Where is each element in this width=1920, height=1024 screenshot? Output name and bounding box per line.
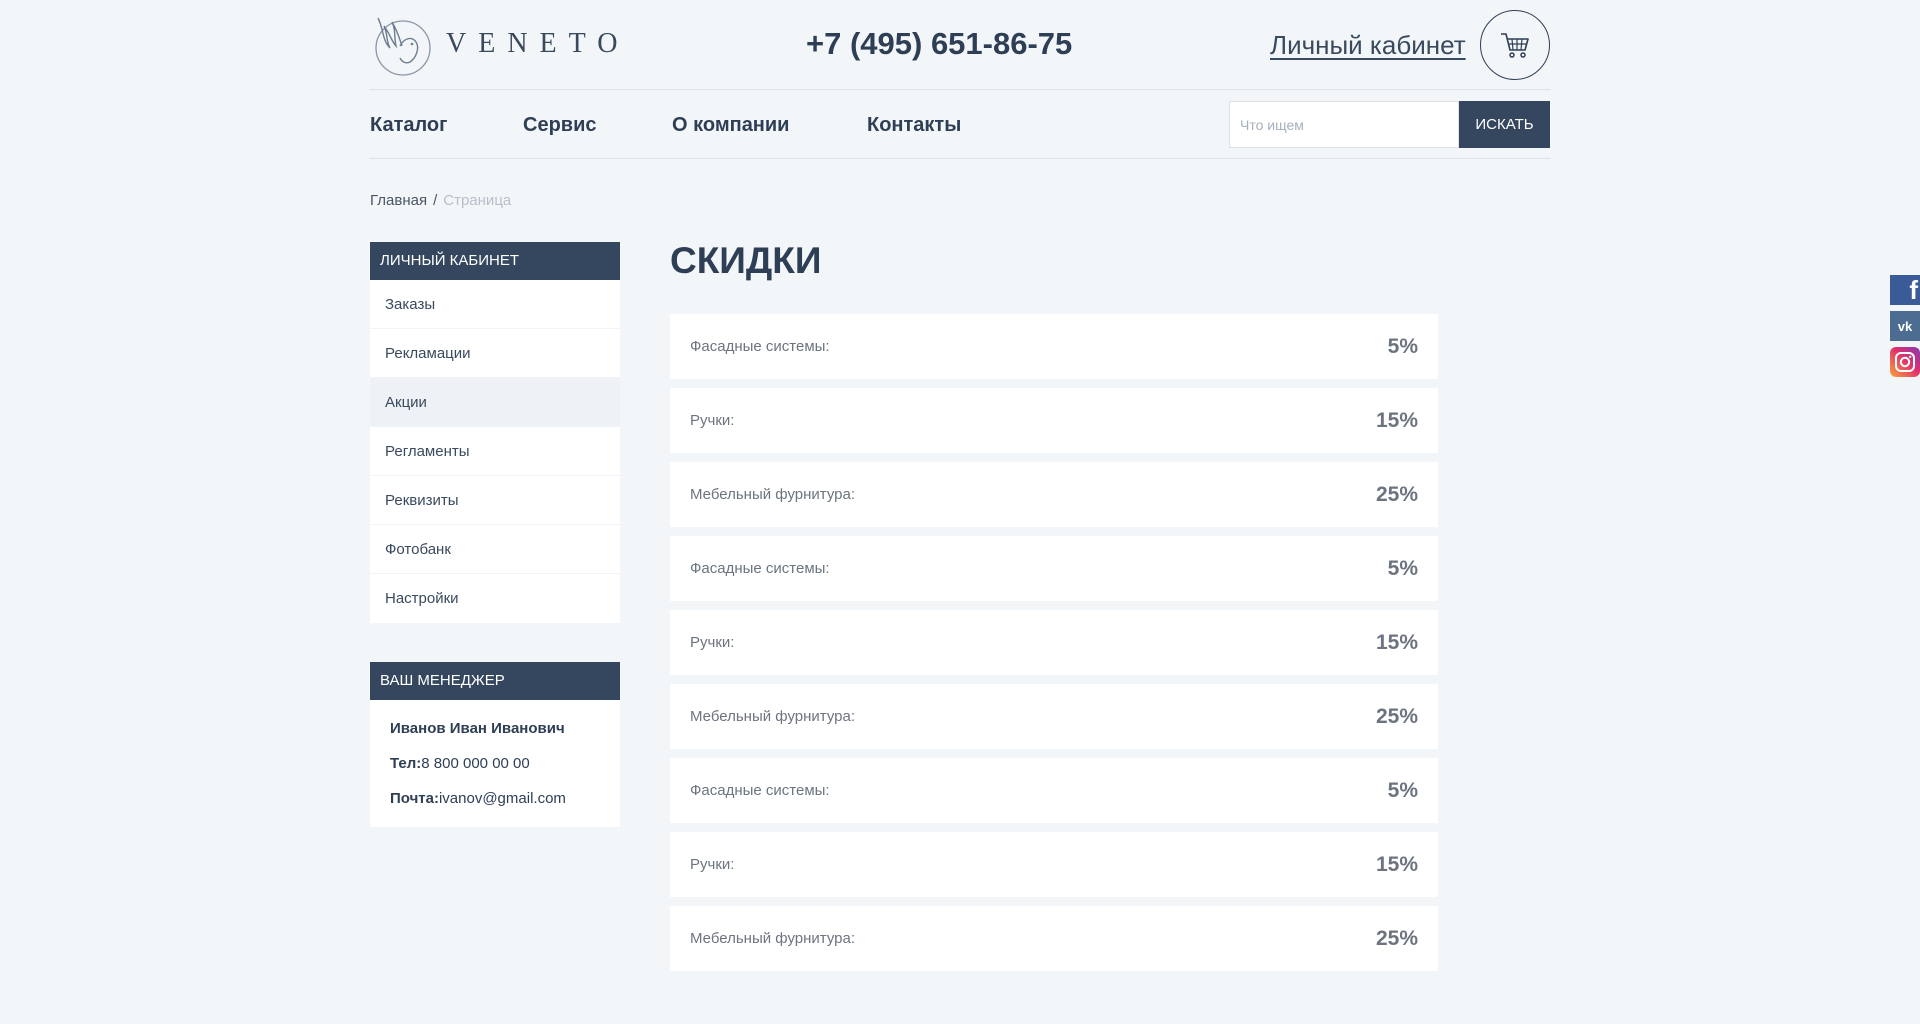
account-menu: Личный кабинет Заказы Рекламации Акции Р…: [370, 242, 620, 623]
search-button[interactable]: ИСКАТЬ: [1459, 101, 1550, 148]
discount-row: Мебельный фурнитура: 25%: [670, 906, 1438, 971]
sidebar-item-settings[interactable]: Настройки: [370, 574, 620, 623]
nav-item-contacts[interactable]: Контакты: [867, 114, 961, 137]
manager-email-label: Почта:: [390, 790, 439, 807]
sidebar-item-requisites[interactable]: Реквизиты: [370, 476, 620, 525]
discount-list: Фасадные системы: 5% Ручки: 15% Мебельный …: [670, 314, 1438, 980]
discount-row: Мебельный фурнитура: 25%: [670, 462, 1438, 527]
nav-item-catalog[interactable]: Каталог: [370, 114, 447, 137]
cart-icon: [1501, 33, 1529, 58]
breadcrumb-home[interactable]: Главная: [370, 192, 427, 209]
site-header: VENETO +7 (495) 651-86-75 Личный кабинет: [370, 0, 1550, 90]
discount-value: 25%: [1375, 704, 1418, 728]
vk-icon[interactable]: vk: [1890, 311, 1920, 341]
page-container: VENETO +7 (495) 651-86-75 Личный кабинет…: [370, 0, 1550, 1024]
sidebar-item-photobank[interactable]: Фотобанк: [370, 525, 620, 574]
discount-label: Мебельный фурнитура:: [690, 930, 856, 947]
discount-row: Ручки: 15%: [670, 388, 1438, 453]
discount-label: Фасадные системы:: [690, 782, 830, 799]
discount-label: Ручки:: [690, 412, 735, 429]
breadcrumb-current: Страница: [443, 192, 512, 209]
manager-email-line: Почта:ivanov@gmail.com: [390, 790, 620, 807]
discount-label: Ручки:: [690, 634, 735, 651]
discount-value: 25%: [1375, 482, 1418, 506]
facebook-icon[interactable]: f: [1890, 275, 1920, 305]
account-link[interactable]: Личный кабинет: [1270, 30, 1466, 61]
discount-row: Ручки: 15%: [670, 610, 1438, 675]
discount-row: Фасадные системы: 5%: [670, 758, 1438, 823]
griffin-logo-icon: [375, 17, 431, 76]
sidebar-item-claims[interactable]: Рекламации: [370, 329, 620, 378]
nav-item-service[interactable]: Сервис: [523, 114, 597, 137]
sidebar-item-orders[interactable]: Заказы: [370, 280, 620, 329]
breadcrumb-separator: /: [433, 192, 438, 209]
discount-label: Ручки:: [690, 856, 735, 873]
account-menu-title: Личный кабинет: [370, 242, 620, 280]
manager-phone-label: Тел:: [390, 755, 422, 772]
discount-label: Мебельный фурнитура:: [690, 708, 856, 725]
manager-card-title: Ваш менеджер: [370, 662, 620, 700]
instagram-icon[interactable]: [1890, 347, 1920, 377]
discount-value: 5%: [1387, 334, 1418, 358]
discount-row: Мебельный фурнитура: 25%: [670, 684, 1438, 749]
page-title: СКИДКИ: [670, 240, 822, 281]
discount-value: 5%: [1387, 556, 1418, 580]
main-nav: Каталог Сервис О компании Контакты ИСКАТ…: [370, 90, 1550, 159]
discount-label: Фасадные системы:: [690, 560, 830, 577]
discount-label: Фасадные системы:: [690, 338, 830, 355]
sidebar-item-promotions[interactable]: Акции: [370, 378, 620, 427]
header-phone[interactable]: +7 (495) 651-86-75: [806, 26, 1072, 62]
search-input[interactable]: [1229, 101, 1459, 148]
manager-card: Ваш менеджер Иванов Иван Иванович Тел:8 …: [370, 662, 620, 827]
manager-phone[interactable]: 8 800 000 00 00: [421, 755, 529, 772]
discount-value: 5%: [1387, 778, 1418, 802]
discount-value: 15%: [1375, 630, 1418, 654]
instagram-glyph-icon: [1895, 352, 1915, 372]
cart-button[interactable]: [1480, 10, 1550, 80]
discount-row: Фасадные системы: 5%: [670, 536, 1438, 601]
manager-phone-line: Тел:8 800 000 00 00: [390, 755, 620, 772]
search-form: ИСКАТЬ: [1229, 101, 1550, 148]
logo-text: VENETO: [446, 28, 630, 59]
discount-label: Мебельный фурнитура:: [690, 486, 856, 503]
breadcrumb: Главная / Страница: [370, 192, 511, 209]
sidebar-item-regulations[interactable]: Регламенты: [370, 427, 620, 476]
nav-item-about[interactable]: О компании: [672, 114, 789, 137]
social-links: f vk: [1890, 275, 1920, 383]
discount-value: 15%: [1375, 408, 1418, 432]
manager-name: Иванов Иван Иванович: [390, 720, 565, 737]
discount-value: 15%: [1375, 852, 1418, 876]
discount-value: 25%: [1375, 926, 1418, 950]
manager-email[interactable]: ivanov@gmail.com: [439, 790, 566, 807]
discount-row: Ручки: 15%: [670, 832, 1438, 897]
discount-row: Фасадные системы: 5%: [670, 314, 1438, 379]
logo[interactable]: VENETO: [370, 12, 629, 76]
